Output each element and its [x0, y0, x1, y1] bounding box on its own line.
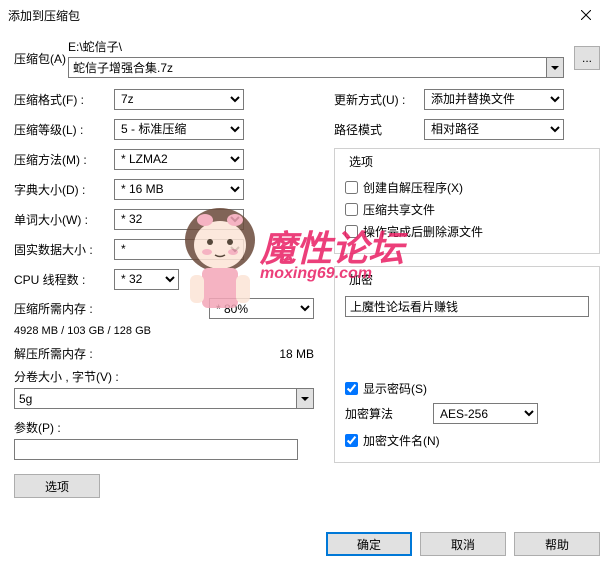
browse-button[interactable]: ...	[574, 46, 600, 70]
method-label: 压缩方法(M) :	[14, 151, 114, 168]
show-password-label: 显示密码(S)	[363, 380, 427, 397]
update-select[interactable]: 添加并替换文件	[424, 89, 564, 110]
decompress-mem-label: 解压所需内存 :	[14, 345, 279, 362]
archive-label: 压缩包(A)	[14, 50, 68, 67]
encryption-fieldset: 加密 显示密码(S) 加密算法 AES-256 加密文件名(N)	[334, 266, 600, 463]
window-title: 添加到压缩包	[8, 7, 80, 24]
delete-checkbox[interactable]	[345, 225, 358, 238]
enc-algo-label: 加密算法	[345, 405, 425, 422]
sfx-checkbox[interactable]	[345, 181, 358, 194]
chevron-down-icon	[551, 66, 559, 70]
enc-algo-select[interactable]: AES-256	[433, 403, 538, 424]
archive-filename-input[interactable]	[68, 57, 547, 78]
params-label: 参数(P) :	[14, 419, 314, 436]
sfx-row[interactable]: 创建自解压程序(X)	[345, 179, 589, 196]
ok-button[interactable]: 确定	[326, 532, 412, 556]
encrypt-names-row[interactable]: 加密文件名(N)	[345, 432, 589, 449]
params-input[interactable]	[14, 439, 298, 460]
encrypt-names-checkbox[interactable]	[345, 434, 358, 447]
close-icon	[581, 10, 591, 20]
delete-label: 操作完成后删除源文件	[363, 223, 483, 240]
cancel-button[interactable]: 取消	[420, 532, 506, 556]
encryption-title: 加密	[345, 271, 377, 288]
level-select[interactable]: 5 - 标准压缩	[114, 119, 244, 140]
volume-input[interactable]	[14, 388, 297, 409]
delete-row[interactable]: 操作完成后删除源文件	[345, 223, 589, 240]
solid-label: 固实数据大小 :	[14, 241, 114, 258]
update-label: 更新方式(U) :	[334, 91, 424, 108]
archive-dropdown-button[interactable]	[547, 57, 564, 78]
shared-row[interactable]: 压缩共享文件	[345, 201, 589, 218]
pathmode-label: 路径模式	[334, 121, 424, 138]
close-button[interactable]	[566, 0, 606, 30]
dict-label: 字典大小(D) :	[14, 181, 114, 198]
shared-label: 压缩共享文件	[363, 201, 435, 218]
method-select[interactable]: * LZMA2	[114, 149, 244, 170]
cpu-select[interactable]: * 32	[114, 269, 179, 290]
format-label: 压缩格式(F) :	[14, 91, 114, 108]
compress-mem-select[interactable]: * 80%	[209, 298, 314, 319]
options-button[interactable]: 选项	[14, 474, 100, 498]
compress-mem-detail: 4928 MB / 103 GB / 128 GB	[14, 325, 314, 337]
show-password-checkbox[interactable]	[345, 382, 358, 395]
options-fieldset: 选项 创建自解压程序(X) 压缩共享文件 操作完成后删除源文件	[334, 148, 600, 254]
pathmode-select[interactable]: 相对路径	[424, 119, 564, 140]
archive-path: E:\蛇信子\	[68, 38, 564, 55]
chevron-down-icon	[301, 397, 309, 401]
volume-label: 分卷大小 , 字节(V) :	[14, 368, 314, 385]
decompress-mem-value: 18 MB	[279, 347, 314, 361]
level-label: 压缩等级(L) :	[14, 121, 114, 138]
compress-mem-label: 压缩所需内存 :	[14, 300, 209, 317]
word-select[interactable]: * 32	[114, 209, 244, 230]
word-label: 单词大小(W) :	[14, 211, 114, 228]
options-title: 选项	[345, 153, 377, 170]
password-input[interactable]	[345, 296, 589, 317]
encrypt-names-label: 加密文件名(N)	[363, 432, 440, 449]
dict-select[interactable]: * 16 MB	[114, 179, 244, 200]
format-select[interactable]: 7z	[114, 89, 244, 110]
shared-checkbox[interactable]	[345, 203, 358, 216]
show-password-row[interactable]: 显示密码(S)	[345, 380, 589, 397]
help-button[interactable]: 帮助	[514, 532, 600, 556]
sfx-label: 创建自解压程序(X)	[363, 179, 463, 196]
volume-dropdown-button[interactable]	[297, 388, 314, 409]
solid-select[interactable]: *	[114, 239, 244, 260]
cpu-label: CPU 线程数 :	[14, 271, 114, 288]
